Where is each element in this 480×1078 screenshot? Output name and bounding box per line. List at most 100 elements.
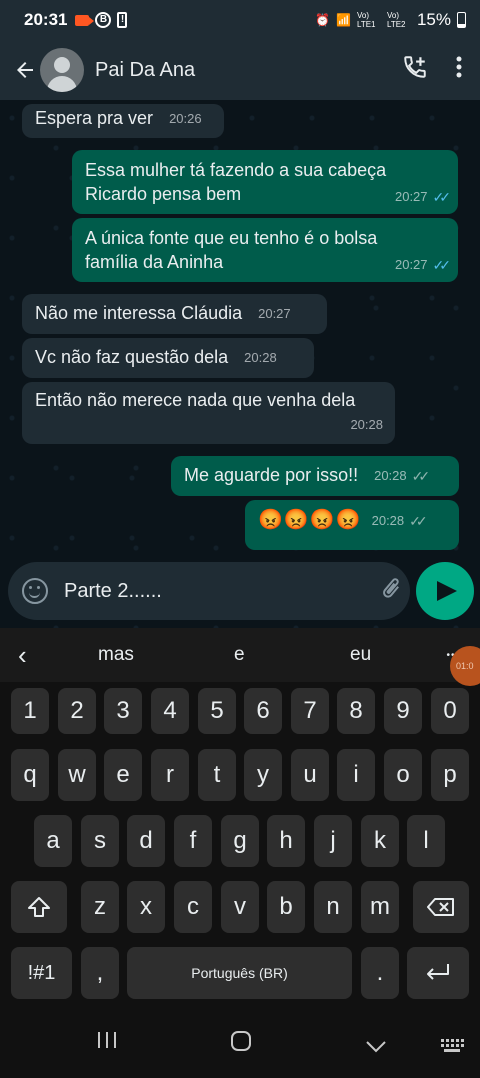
key-7[interactable]: 7 bbox=[291, 688, 329, 734]
sim2-signal: Vo) LTE2 bbox=[386, 11, 406, 29]
message-time: 20:28 bbox=[350, 417, 383, 432]
key-s[interactable]: s bbox=[81, 815, 119, 867]
key-u[interactable]: u bbox=[291, 749, 329, 801]
key-3[interactable]: 3 bbox=[104, 688, 142, 734]
message-incoming[interactable]: Espera pra ver 20:26 bbox=[22, 104, 224, 138]
key-a[interactable]: a bbox=[34, 815, 72, 867]
recent-apps-icon[interactable] bbox=[96, 1030, 118, 1056]
key-0[interactable]: 0 bbox=[431, 688, 469, 734]
message-time: 20:28 bbox=[374, 468, 407, 483]
comma-key[interactable]: , bbox=[81, 947, 119, 999]
emoji-icon[interactable] bbox=[22, 578, 48, 604]
key-v[interactable]: v bbox=[221, 881, 259, 933]
back-nav-icon[interactable] bbox=[365, 1034, 387, 1060]
key-r[interactable]: r bbox=[151, 749, 189, 801]
suggestion-word[interactable]: e bbox=[234, 644, 245, 666]
wifi-icon: 📶 bbox=[336, 13, 351, 27]
key-o[interactable]: o bbox=[384, 749, 422, 801]
suggestion-word[interactable]: eu bbox=[350, 644, 371, 666]
message-outgoing[interactable]: A única fonte que eu tenho é o bolsa fam… bbox=[72, 218, 458, 282]
key-1[interactable]: 1 bbox=[11, 688, 49, 734]
avatar[interactable] bbox=[40, 48, 84, 92]
delivered-receipt-icon: ✓✓ bbox=[411, 468, 431, 484]
chat-area[interactable]: Espera pra ver 20:26 Essa mulher tá faze… bbox=[0, 100, 480, 628]
shift-icon bbox=[28, 897, 50, 917]
key-8[interactable]: 8 bbox=[337, 688, 375, 734]
key-z[interactable]: z bbox=[81, 881, 119, 933]
attach-icon[interactable] bbox=[373, 574, 405, 608]
back-arrow-icon[interactable] bbox=[10, 55, 40, 85]
contact-name[interactable]: Pai Da Ana bbox=[95, 59, 195, 82]
backspace-key[interactable] bbox=[413, 881, 469, 933]
message-outgoing[interactable]: 😡😡😡😡 20:28 ✓✓ bbox=[245, 500, 459, 550]
message-incoming[interactable]: Vc não faz questão dela 20:28 bbox=[22, 338, 314, 378]
period-key[interactable]: . bbox=[361, 947, 399, 999]
key-x[interactable]: x bbox=[127, 881, 165, 933]
chat-header: Pai Da Ana bbox=[0, 40, 480, 100]
backspace-icon bbox=[427, 898, 454, 916]
add-call-icon[interactable] bbox=[402, 54, 428, 86]
message-text: Então não merece nada que venha dela bbox=[35, 390, 356, 410]
suggestion-word[interactable]: mas bbox=[98, 644, 134, 666]
key-p[interactable]: p bbox=[431, 749, 469, 801]
message-text: Me aguarde por isso!! bbox=[184, 465, 359, 485]
key-g[interactable]: g bbox=[221, 815, 259, 867]
b-notification-icon: B bbox=[95, 12, 112, 28]
delivered-receipt-icon: ✓✓ bbox=[409, 513, 428, 529]
message-time: 20:27 bbox=[394, 257, 428, 272]
enter-key[interactable] bbox=[407, 947, 469, 999]
key-n[interactable]: n bbox=[314, 881, 352, 933]
battery-level: 15% bbox=[416, 10, 451, 29]
message-incoming[interactable]: Não me interessa Cláudia 20:27 bbox=[22, 294, 327, 334]
key-9[interactable]: 9 bbox=[384, 688, 422, 734]
suggestion-bar: ‹ mas e eu ••• bbox=[0, 628, 480, 682]
key-w[interactable]: w bbox=[58, 749, 96, 801]
message-outgoing[interactable]: Essa mulher tá fazendo a sua cabeça Rica… bbox=[72, 150, 458, 214]
key-4[interactable]: 4 bbox=[151, 688, 189, 734]
battery-icon bbox=[457, 12, 466, 28]
key-q[interactable]: q bbox=[11, 749, 49, 801]
key-y[interactable]: y bbox=[244, 749, 282, 801]
send-icon bbox=[437, 581, 457, 601]
message-text: Vc não faz questão dela bbox=[35, 347, 229, 367]
key-e[interactable]: e bbox=[104, 749, 142, 801]
read-receipt-icon: ✓✓ bbox=[432, 257, 452, 273]
message-input[interactable]: Parte 2...... bbox=[64, 580, 162, 603]
key-5[interactable]: 5 bbox=[198, 688, 236, 734]
message-time: 20:27 bbox=[258, 306, 291, 321]
message-outgoing[interactable]: Me aguarde por isso!! 20:28 ✓✓ bbox=[171, 456, 459, 496]
alert-notification-icon: ! bbox=[117, 12, 128, 28]
message-time: 20:27 bbox=[394, 189, 428, 204]
key-h[interactable]: h bbox=[267, 815, 305, 867]
enter-icon bbox=[427, 964, 449, 980]
key-l[interactable]: l bbox=[407, 815, 445, 867]
key-2[interactable]: 2 bbox=[58, 688, 96, 734]
key-i[interactable]: i bbox=[337, 749, 375, 801]
key-c[interactable]: c bbox=[174, 881, 212, 933]
key-b[interactable]: b bbox=[267, 881, 305, 933]
status-bar: 20:31 B ! ⏰ 📶 Vo) LTE1 Vo) LTE2 15% bbox=[0, 0, 480, 40]
message-time: 20:28 bbox=[244, 350, 277, 365]
more-options-icon[interactable] bbox=[456, 55, 462, 85]
read-receipt-icon: ✓✓ bbox=[432, 189, 452, 205]
key-m[interactable]: m bbox=[361, 881, 399, 933]
home-icon[interactable] bbox=[230, 1030, 252, 1058]
symbols-key[interactable]: !#1 bbox=[11, 947, 72, 999]
key-j[interactable]: j bbox=[314, 815, 352, 867]
keyboard-switch-icon[interactable] bbox=[440, 1034, 464, 1060]
shift-key[interactable] bbox=[11, 881, 67, 933]
collapse-suggestions-icon[interactable]: ‹ bbox=[18, 640, 27, 671]
key-t[interactable]: t bbox=[198, 749, 236, 801]
key-f[interactable]: f bbox=[174, 815, 212, 867]
clock: 20:31 bbox=[24, 10, 68, 29]
message-compose-bar: Parte 2...... bbox=[8, 562, 410, 620]
message-incoming[interactable]: Então não merece nada que venha dela 20:… bbox=[22, 382, 395, 444]
key-d[interactable]: d bbox=[127, 815, 165, 867]
key-k[interactable]: k bbox=[361, 815, 399, 867]
key-6[interactable]: 6 bbox=[244, 688, 282, 734]
alarm-icon: ⏰ bbox=[315, 13, 331, 27]
sim1-signal: Vo) LTE1 bbox=[356, 11, 376, 29]
send-button[interactable] bbox=[416, 562, 474, 620]
space-key[interactable]: Português (BR) bbox=[127, 947, 352, 999]
message-time: 20:26 bbox=[169, 111, 202, 126]
